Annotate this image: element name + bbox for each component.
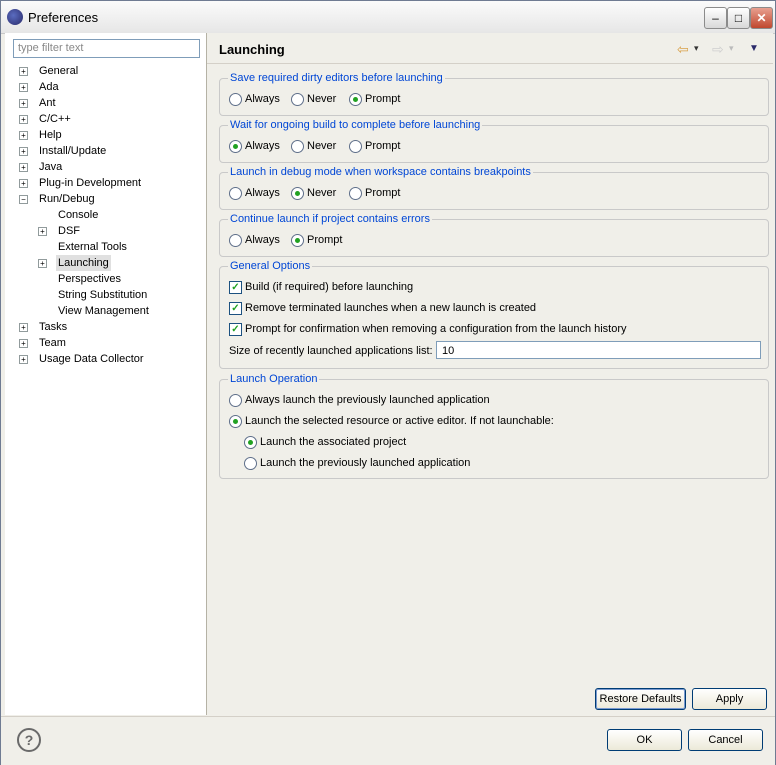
radio-circle-icon [229, 394, 242, 407]
back-arrow-icon[interactable]: ⇦ [677, 41, 689, 58]
tree-item-label: Java [39, 161, 63, 173]
save-dirty-group: Save required dirty editors before launc… [219, 72, 769, 116]
group-title: Wait for ongoing build to complete befor… [228, 119, 483, 131]
radio-circle-icon [244, 457, 257, 470]
title-bar: Preferences – □ ✕ [1, 1, 775, 34]
expand-icon[interactable]: + [19, 339, 28, 348]
radio-selected-icon [244, 436, 257, 449]
close-button[interactable]: ✕ [750, 7, 773, 29]
tree-item-label: General [39, 65, 79, 77]
tree-item-label: String Substitution [58, 289, 148, 301]
radio-circle-icon [291, 93, 304, 106]
expand-icon[interactable]: + [19, 355, 28, 364]
debug-mode-group: Launch in debug mode when workspace cont… [219, 166, 769, 210]
expand-icon[interactable]: + [19, 99, 28, 108]
tree-item-label: View Management [58, 305, 149, 317]
checkmark-icon: ✓ [229, 302, 242, 315]
wait-build-group: Wait for ongoing build to complete befor… [219, 119, 769, 163]
eclipse-app-icon [7, 9, 23, 25]
filter-input[interactable]: type filter text [13, 39, 200, 58]
title-separator [207, 63, 773, 64]
expand-icon[interactable]: + [19, 179, 28, 188]
radio-selected-icon [349, 93, 362, 106]
maximize-button[interactable]: □ [727, 7, 750, 29]
restore-defaults-button[interactable]: Restore Defaults [595, 688, 686, 710]
tree-item-label: External Tools [58, 241, 127, 253]
back-dropdown-icon[interactable]: ▾ [694, 43, 699, 54]
apply-button[interactable]: Apply [692, 688, 767, 710]
history-size-label: Size of recently launched applications l… [229, 345, 433, 357]
expand-icon[interactable]: + [19, 115, 28, 124]
group-title: General Options [228, 260, 313, 272]
tree-item-label: Ada [39, 81, 59, 93]
tree-item-label: Run/Debug [39, 193, 95, 205]
tree-item-label: Ant [39, 97, 56, 109]
launch-operation-group: Launch Operation Always launch the previ… [219, 373, 769, 479]
history-size-input[interactable]: 10 [436, 341, 761, 359]
radio-circle-icon [229, 234, 242, 247]
page-title: Launching [219, 42, 285, 57]
group-title: Continue launch if project contains erro… [228, 213, 432, 225]
tree-item-label: Team [39, 337, 66, 349]
launching-page: Launching ⇦ ▾ ⇨ ▾ ▼ Save required dirty … [207, 33, 773, 715]
window-title: Preferences [28, 10, 99, 25]
expand-icon[interactable]: + [38, 227, 47, 236]
preferences-tree-panel: type filter text + General + Ada + Ant + C/C++ +… [5, 33, 207, 715]
preferences-window: Preferences – □ ✕ type filter text + Gene… [0, 0, 776, 765]
radio-circle-icon [229, 187, 242, 200]
tree-item-label: Install/Update [39, 145, 107, 157]
tree-item-label: Help [39, 129, 62, 141]
expand-icon[interactable]: + [19, 323, 28, 332]
cancel-button[interactable]: Cancel [688, 729, 763, 751]
radio-selected-icon [291, 187, 304, 200]
continue-errors-group: Continue launch if project contains erro… [219, 213, 769, 257]
tree-item-label: Perspectives [58, 273, 121, 285]
expand-icon[interactable]: + [19, 163, 28, 172]
tree-item-label: Tasks [39, 321, 68, 333]
group-title: Launch Operation [228, 373, 320, 385]
tree-item-label: Plug-in Development [39, 177, 142, 189]
expand-icon[interactable]: + [38, 259, 47, 268]
expand-icon[interactable]: + [19, 67, 28, 76]
radio-selected-icon [229, 140, 242, 153]
radio-selected-icon [229, 415, 242, 428]
ok-button[interactable]: OK [607, 729, 682, 751]
general-options-group: General Options ✓ Build (if required) bef… [219, 260, 769, 369]
radio-circle-icon [291, 140, 304, 153]
expand-icon[interactable]: + [19, 131, 28, 140]
expand-icon[interactable]: + [19, 83, 28, 92]
forward-dropdown-icon: ▾ [729, 43, 734, 53]
radio-circle-icon [229, 93, 242, 106]
forward-arrow-icon: ⇨ [712, 41, 724, 57]
checkmark-icon: ✓ [229, 281, 242, 294]
collapse-icon[interactable]: − [19, 195, 28, 204]
tree-item-label: Console [58, 209, 99, 221]
tree-item-label: C/C++ [39, 113, 71, 125]
help-icon[interactable]: ? [17, 728, 41, 752]
expand-icon[interactable]: + [19, 147, 28, 156]
group-title: Save required dirty editors before launc… [228, 72, 445, 84]
tree-item-label: Usage Data Collector [39, 353, 144, 365]
radio-circle-icon [349, 140, 362, 153]
view-menu-icon[interactable]: ▼ [749, 43, 759, 54]
radio-selected-icon [291, 234, 304, 247]
checkmark-icon: ✓ [229, 323, 242, 336]
tree-item-label: DSF [58, 225, 80, 237]
radio-circle-icon [349, 187, 362, 200]
dialog-button-bar: ? OK Cancel [1, 716, 775, 765]
group-title: Launch in debug mode when workspace cont… [228, 166, 533, 178]
tree-item-label: Launching [56, 255, 111, 271]
minimize-button[interactable]: – [704, 7, 727, 29]
